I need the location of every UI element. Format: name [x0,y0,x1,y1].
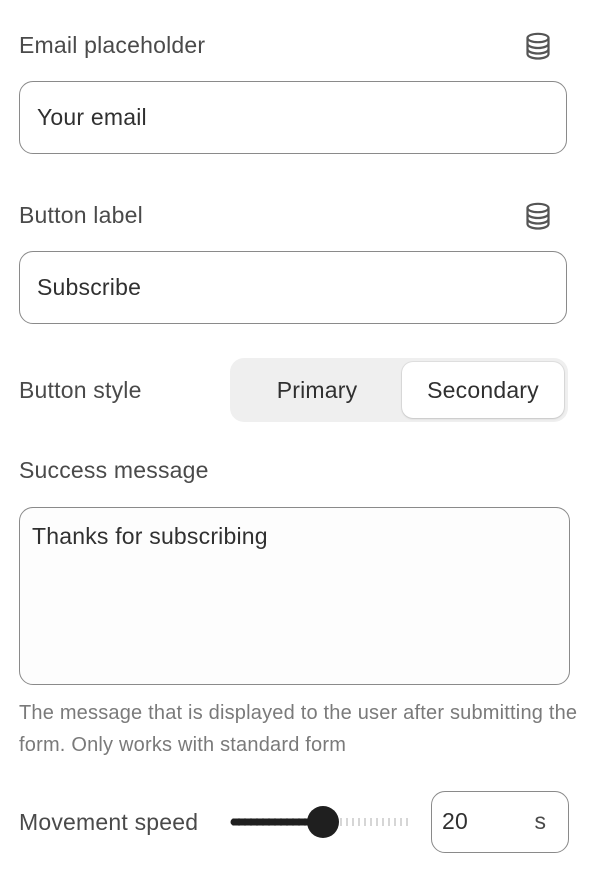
button-label-input[interactable] [19,251,567,324]
button-style-primary-option[interactable]: Primary [234,362,400,418]
email-placeholder-input[interactable] [19,81,567,154]
success-message-textarea[interactable]: Thanks for subscribing [19,507,570,685]
button-style-secondary-option[interactable]: Secondary [402,362,564,418]
button-style-label: Button style [19,377,142,403]
button-label-label: Button label [19,202,143,228]
movement-speed-slider[interactable] [228,802,416,842]
database-icon[interactable] [524,31,552,61]
success-message-help-text: The message that is displayed to the use… [19,702,578,756]
success-message-label: Success message [19,457,209,483]
movement-speed-number-field: s [431,791,569,853]
button-style-segmented-control: Primary Secondary [230,358,568,422]
seconds-unit: s [534,808,547,834]
database-icon[interactable] [524,201,552,231]
movement-speed-input[interactable] [442,792,522,851]
slider-thumb [307,806,339,838]
movement-speed-label: Movement speed [19,809,199,835]
email-placeholder-label: Email placeholder [19,32,206,58]
